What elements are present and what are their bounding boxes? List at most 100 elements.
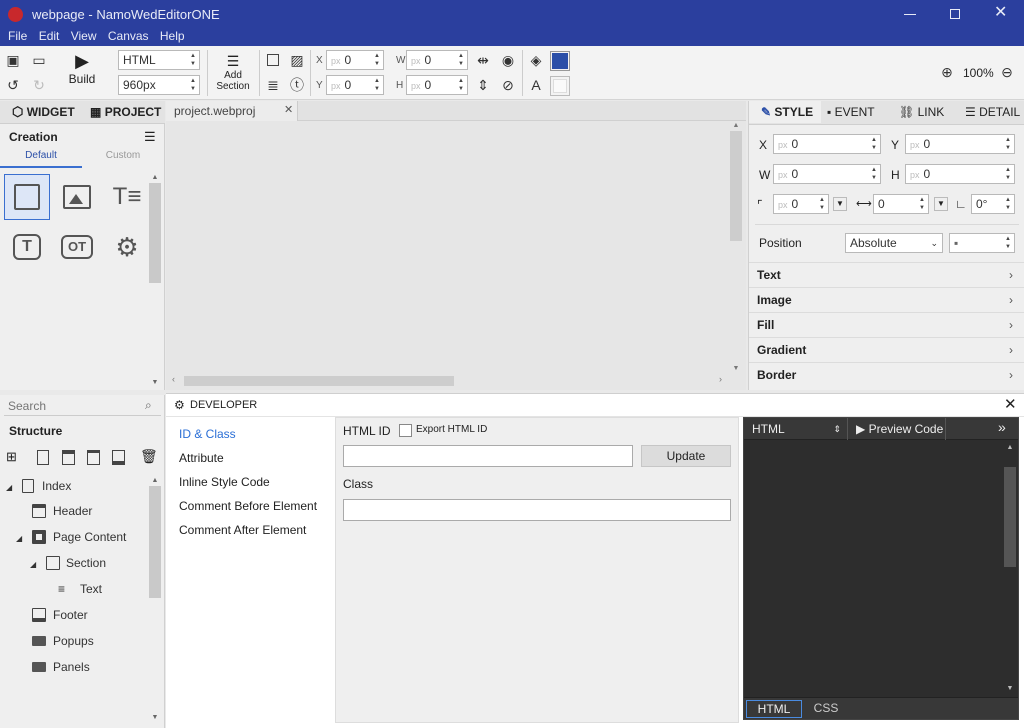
box-tool-icon[interactable]	[264, 51, 282, 69]
tab-link[interactable]: ⛓ LINK	[899, 101, 944, 123]
text-field-icon[interactable]: OT	[54, 224, 100, 270]
image-icon[interactable]	[54, 174, 100, 220]
section-gradient[interactable]: Gradient ›	[749, 337, 1024, 362]
toolbar-x-field[interactable]: px 0 ▲ ▼	[326, 50, 384, 70]
menu-help[interactable]: Help	[156, 30, 189, 42]
restore-icon[interactable]	[950, 9, 960, 19]
position-anchor-select[interactable]: ▪ ▲ ▼	[949, 233, 1015, 253]
devnav-comment-before[interactable]: Comment Before Element	[179, 499, 317, 513]
save-icon[interactable]: ▣	[4, 51, 22, 69]
tab-detail[interactable]: ☰ DETAIL	[965, 101, 1020, 123]
delete-icon[interactable]: 🗑	[140, 448, 158, 465]
tree-item-page-content[interactable]: ◢ Page Content	[16, 527, 126, 547]
width-select[interactable]: 960px ▲ ▼	[118, 75, 200, 95]
expand-code-icon[interactable]: »	[998, 419, 1006, 435]
devnav-inline-style[interactable]: Inline Style Code	[179, 475, 270, 489]
style-x-field[interactable]: px 0 ▲ ▼	[773, 134, 881, 154]
update-button[interactable]: Update	[641, 445, 731, 467]
menu-file[interactable]: File	[4, 30, 31, 42]
subtab-default[interactable]: Default	[0, 150, 82, 168]
image-tool-icon[interactable]: ▨	[288, 51, 306, 69]
radius-dropdown-icon[interactable]: ▼	[833, 197, 847, 211]
section-text[interactable]: Text ›	[749, 262, 1024, 287]
redo-icon[interactable]: ↻	[30, 76, 48, 94]
undo-icon[interactable]: ↺	[4, 76, 22, 94]
devnav-id-class[interactable]: ID & Class	[179, 427, 236, 441]
toolbar-w-field[interactable]: px 0 ▲ ▼	[406, 50, 468, 70]
export-html-id-checkbox[interactable]	[399, 424, 412, 437]
open-folder-icon[interactable]: ▭	[30, 51, 48, 69]
section-border[interactable]: Border ›	[749, 362, 1024, 387]
close-window-icon[interactable]: ✕	[994, 4, 1007, 22]
position-select[interactable]: Absolute ⌄	[845, 233, 943, 253]
preview-code-button[interactable]: ▶ Preview Code	[850, 418, 946, 440]
doc-type-select[interactable]: HTML ▲ ▼	[118, 50, 200, 70]
tree-item-section[interactable]: ◢ Section	[30, 553, 106, 573]
design-canvas[interactable]: project.webproj ✕ ▲ ▼ ‹ ›	[166, 101, 746, 390]
canvas-vscrollbar[interactable]: ▲ ▼	[730, 122, 742, 372]
structure-search-input[interactable]	[4, 396, 161, 416]
tree-item-text[interactable]: ≡ Text	[58, 579, 102, 599]
box-icon[interactable]	[4, 174, 50, 220]
visible-eye-icon[interactable]: ◉	[499, 51, 517, 69]
toolbar-y-field[interactable]: px 0 ▲ ▼	[326, 75, 384, 95]
gear-icon[interactable]: ⚙	[104, 224, 150, 270]
tree-item-index[interactable]: ◢ Index	[6, 476, 71, 496]
tab-widget[interactable]: ⬡ WIDGET	[12, 101, 75, 123]
fit-width-icon[interactable]: ⇹	[474, 51, 492, 69]
add-structure-icon[interactable]: ⊞	[6, 449, 17, 465]
angle-field[interactable]: 0° ▲ ▼	[971, 194, 1015, 214]
insert-blank-icon[interactable]	[37, 450, 49, 465]
spacing-dropdown-icon[interactable]: ▼	[934, 197, 948, 211]
tab-style[interactable]: ✎ STYLE	[749, 101, 821, 123]
radius-field[interactable]: px 0 ▲ ▼	[773, 194, 829, 214]
style-y-field[interactable]: px 0 ▲ ▼	[905, 134, 1015, 154]
code-preview-area[interactable]: HTML ⇕ ▶ Preview Code » ▲ ▼ HTML CSS	[743, 417, 1019, 720]
code-mode-select[interactable]: HTML ⇕	[744, 418, 848, 440]
class-input[interactable]	[343, 499, 731, 521]
fill-bucket-icon[interactable]: ◈	[527, 51, 545, 69]
add-section-button[interactable]: ☰ Add Section	[212, 52, 254, 92]
code-scrollbar[interactable]: ▲ ▼	[1004, 444, 1016, 692]
code-tab-html[interactable]: HTML	[746, 700, 802, 718]
tab-event[interactable]: ▪ EVENT	[827, 101, 875, 123]
zoom-fit-icon[interactable]: ⊖	[998, 63, 1016, 81]
html-id-input[interactable]	[343, 445, 633, 467]
devnav-attribute[interactable]: Attribute	[179, 451, 224, 465]
canvas-hscrollbar[interactable]: ‹ ›	[170, 374, 726, 388]
devnav-comment-after[interactable]: Comment After Element	[179, 523, 306, 537]
close-tab-icon[interactable]: ✕	[284, 103, 293, 116]
text-tool-icon[interactable]: ≣	[264, 76, 282, 94]
insert-footer-icon[interactable]	[112, 450, 125, 465]
tab-document[interactable]: project.webproj ✕	[166, 101, 298, 121]
menu-canvas[interactable]: Canvas	[104, 30, 153, 42]
insert-header-icon[interactable]	[62, 450, 75, 465]
structure-scrollbar[interactable]: ▲ ▼	[149, 477, 161, 721]
menu-view[interactable]: View	[67, 30, 101, 42]
font-color-swatch[interactable]	[550, 76, 570, 96]
fill-color-swatch[interactable]	[550, 51, 570, 71]
hidden-eye-icon[interactable]: ⊘	[499, 76, 517, 94]
menu-edit[interactable]: Edit	[35, 30, 64, 42]
insert-section-icon[interactable]	[87, 450, 100, 465]
textbox-tool-icon[interactable]: ⓣ	[288, 76, 306, 94]
section-fill[interactable]: Fill ›	[749, 312, 1024, 337]
spacing-field[interactable]: 0 ▲ ▼	[873, 194, 929, 214]
code-tab-css[interactable]: CSS	[804, 700, 848, 718]
text-icon[interactable]: T	[4, 224, 50, 270]
fit-height-icon[interactable]: ⇕	[474, 76, 492, 94]
style-h-field[interactable]: px 0 ▲ ▼	[905, 164, 1015, 184]
close-developer-icon[interactable]: ✕	[1004, 395, 1017, 413]
text-lines-icon[interactable]: T≡	[104, 174, 150, 220]
zoom-icon[interactable]: ⊕	[938, 63, 956, 81]
widget-scrollbar[interactable]: ▲ ▼	[149, 174, 161, 386]
section-image[interactable]: Image ›	[749, 287, 1024, 312]
font-color-icon[interactable]: A	[527, 76, 545, 94]
build-button[interactable]: ▶ Build	[60, 50, 104, 96]
minimize-icon[interactable]	[904, 6, 916, 20]
toolbar-h-field[interactable]: px 0 ▲ ▼	[406, 75, 468, 95]
subtab-custom[interactable]: Custom	[82, 150, 164, 168]
list-menu-icon[interactable]: ☰	[144, 129, 156, 145]
style-w-field[interactable]: px 0 ▲ ▼	[773, 164, 881, 184]
tab-project[interactable]: ▦ PROJECT	[90, 101, 161, 123]
